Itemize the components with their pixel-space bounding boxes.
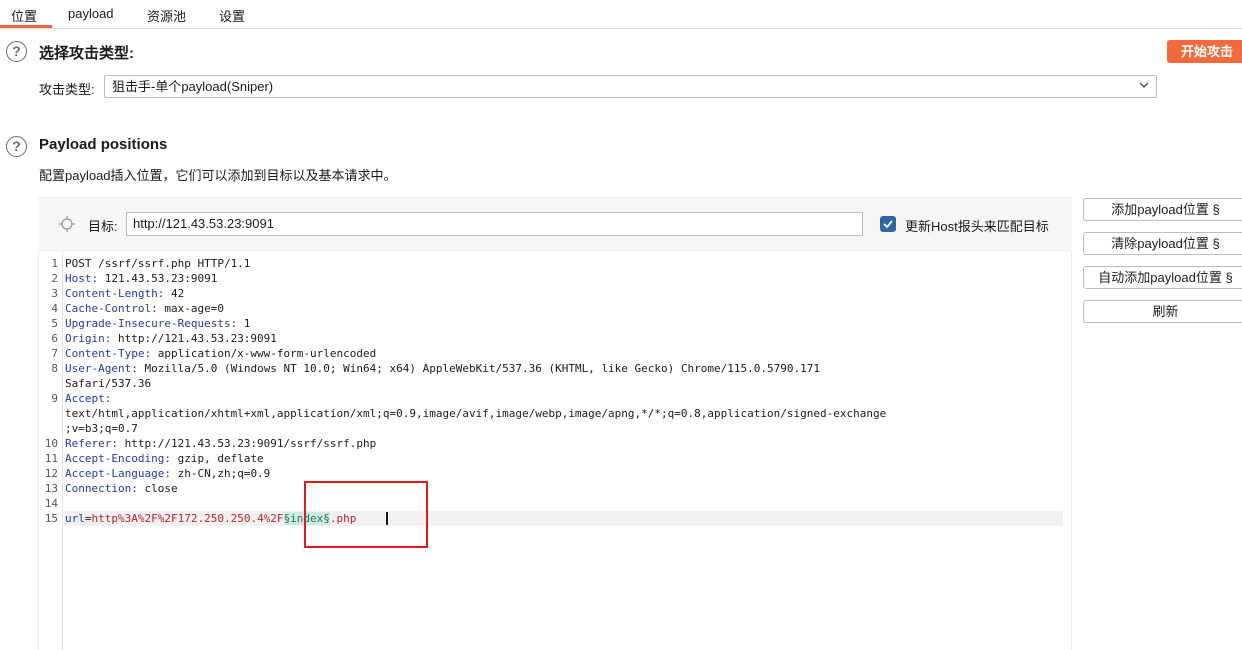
refresh-button[interactable]: 刷新 [1083, 300, 1242, 323]
header-value: gzip, deflate [170, 452, 264, 465]
header-line: Safari/537.36 [65, 377, 151, 390]
header-value: zh-CN,zh;q=0.9 [170, 467, 271, 480]
header-value: application/x-www-form-urlencoded [151, 347, 377, 360]
add-payload-position-button[interactable]: 添加payload位置 § [1083, 198, 1242, 221]
auto-add-payload-positions-button[interactable]: 自动添加payload位置 § [1083, 266, 1242, 289]
header-key: Accept-Encoding: [65, 452, 171, 465]
attack-type-value: 狙击手-单个payload(Sniper) [112, 79, 274, 94]
header-line: Upgrade-Insecure-Requests: 1 [65, 317, 250, 330]
attack-type-label: 攻击类型: [39, 82, 95, 97]
target-input[interactable]: http://121.43.53.23:9091 [126, 212, 863, 236]
clear-payload-positions-button[interactable]: 清除payload位置 § [1083, 232, 1242, 255]
tab-positions[interactable]: 位置 [11, 6, 37, 26]
help-icon[interactable]: ? [6, 136, 27, 157]
header-line: ;v=b3;q=0.7 [65, 422, 138, 435]
header-line: Accept-Language: zh-CN,zh;q=0.9 [65, 467, 270, 480]
header-value: http://121.43.53.23:9091 [111, 332, 277, 345]
header-key: Cache-Control: [65, 302, 158, 315]
header-key: Referer: [65, 437, 118, 450]
update-host-checkbox[interactable] [880, 216, 896, 232]
header-line: Host: 121.43.53.23:9091 [65, 272, 217, 285]
update-host-label: 更新Host报头来匹配目标 [905, 219, 1049, 234]
header-value: 1 [237, 317, 251, 330]
header-key: Host: [65, 272, 99, 285]
line-number: 9 [51, 392, 58, 405]
line-number: 5 [51, 317, 58, 330]
header-line: text/html,application/xhtml+xml,applicat… [65, 407, 886, 420]
line-number: 7 [51, 347, 58, 360]
active-tab-indicator [0, 25, 52, 28]
header-line: Referer: http://121.43.53.23:9091/ssrf/s… [65, 437, 376, 450]
header-value: 42 [164, 287, 185, 300]
tab-payload[interactable]: payload [68, 6, 114, 26]
header-key: Connection: [65, 482, 138, 495]
line-number: 6 [51, 332, 58, 345]
attack-type-select[interactable]: 狙击手-单个payload(Sniper) [104, 75, 1157, 98]
header-value: http://121.43.53.23:9091/ssrf/ssrf.php [117, 437, 377, 450]
chevron-down-icon [1139, 82, 1149, 88]
header-value: Mozilla/5.0 (Windows NT 10.0; Win64; x64… [137, 362, 820, 375]
header-key: Content-Type: [65, 347, 152, 360]
header-line: User-Agent: Mozilla/5.0 (Windows NT 10.0… [65, 362, 820, 375]
header-key: Accept-Language: [65, 467, 171, 480]
header-value: 121.43.53.23:9091 [98, 272, 218, 285]
header-line: Connection: close [65, 482, 178, 495]
line-number: 2 [51, 272, 58, 285]
line-number: 10 [44, 437, 58, 450]
line-number: 8 [51, 362, 58, 375]
tab-resource-pool[interactable]: 资源池 [147, 6, 186, 26]
header-value: ;v=b3;q=0.7 [65, 422, 138, 435]
header-value: Safari/537.36 [65, 377, 152, 390]
header-key: Content-Length: [65, 287, 165, 300]
start-attack-button[interactable]: 开始攻击 [1167, 40, 1242, 63]
header-line: Accept: [65, 392, 111, 405]
checkmark-icon [883, 220, 893, 229]
header-value: text/html,application/xhtml+xml,applicat… [65, 407, 887, 420]
line-number: 11 [44, 452, 58, 465]
payload-positions-description: 配置payload插入位置，它们可以添加到目标以及基本请求中。 [39, 168, 397, 183]
header-line: Cache-Control: max-age=0 [65, 302, 224, 315]
target-label: 目标: [88, 219, 118, 234]
header-line: Content-Type: application/x-www-form-url… [65, 347, 376, 360]
header-line: Origin: http://121.43.53.23:9091 [65, 332, 277, 345]
tab-bar: 位置 payload 资源池 设置 [0, 0, 1242, 29]
header-key: User-Agent: [65, 362, 138, 375]
header-value: close [137, 482, 178, 495]
line-number: 1 [51, 257, 58, 270]
attack-type-title: 选择攻击类型: [39, 45, 134, 62]
header-line: Accept-Encoding: gzip, deflate [65, 452, 264, 465]
header-line: Content-Length: 42 [65, 287, 184, 300]
request-line: POST /ssrf/ssrf.php HTTP/1.1 [65, 257, 251, 270]
body-param-key: url [65, 512, 85, 525]
line-number: 12 [44, 467, 58, 480]
header-key: Origin: [65, 332, 112, 345]
payload-positions-title: Payload positions [39, 136, 168, 153]
annotation-highlight-box [304, 481, 428, 548]
line-number: 3 [51, 287, 58, 300]
line-number: 15 [44, 512, 58, 525]
body-param-value: http%3A%2F%2F172.250.250.4%2F [91, 512, 284, 525]
header-key: Upgrade-Insecure-Requests: [65, 317, 238, 330]
line-number: 14 [44, 497, 58, 510]
line-number: 13 [44, 482, 58, 495]
header-key: Accept: [65, 392, 112, 405]
header-value: max-age=0 [157, 302, 224, 315]
line-number: 4 [51, 302, 58, 315]
crosshair-icon [59, 216, 75, 232]
tab-settings[interactable]: 设置 [219, 6, 245, 26]
body-param-equals: = [84, 512, 92, 525]
help-icon[interactable]: ? [6, 41, 27, 62]
